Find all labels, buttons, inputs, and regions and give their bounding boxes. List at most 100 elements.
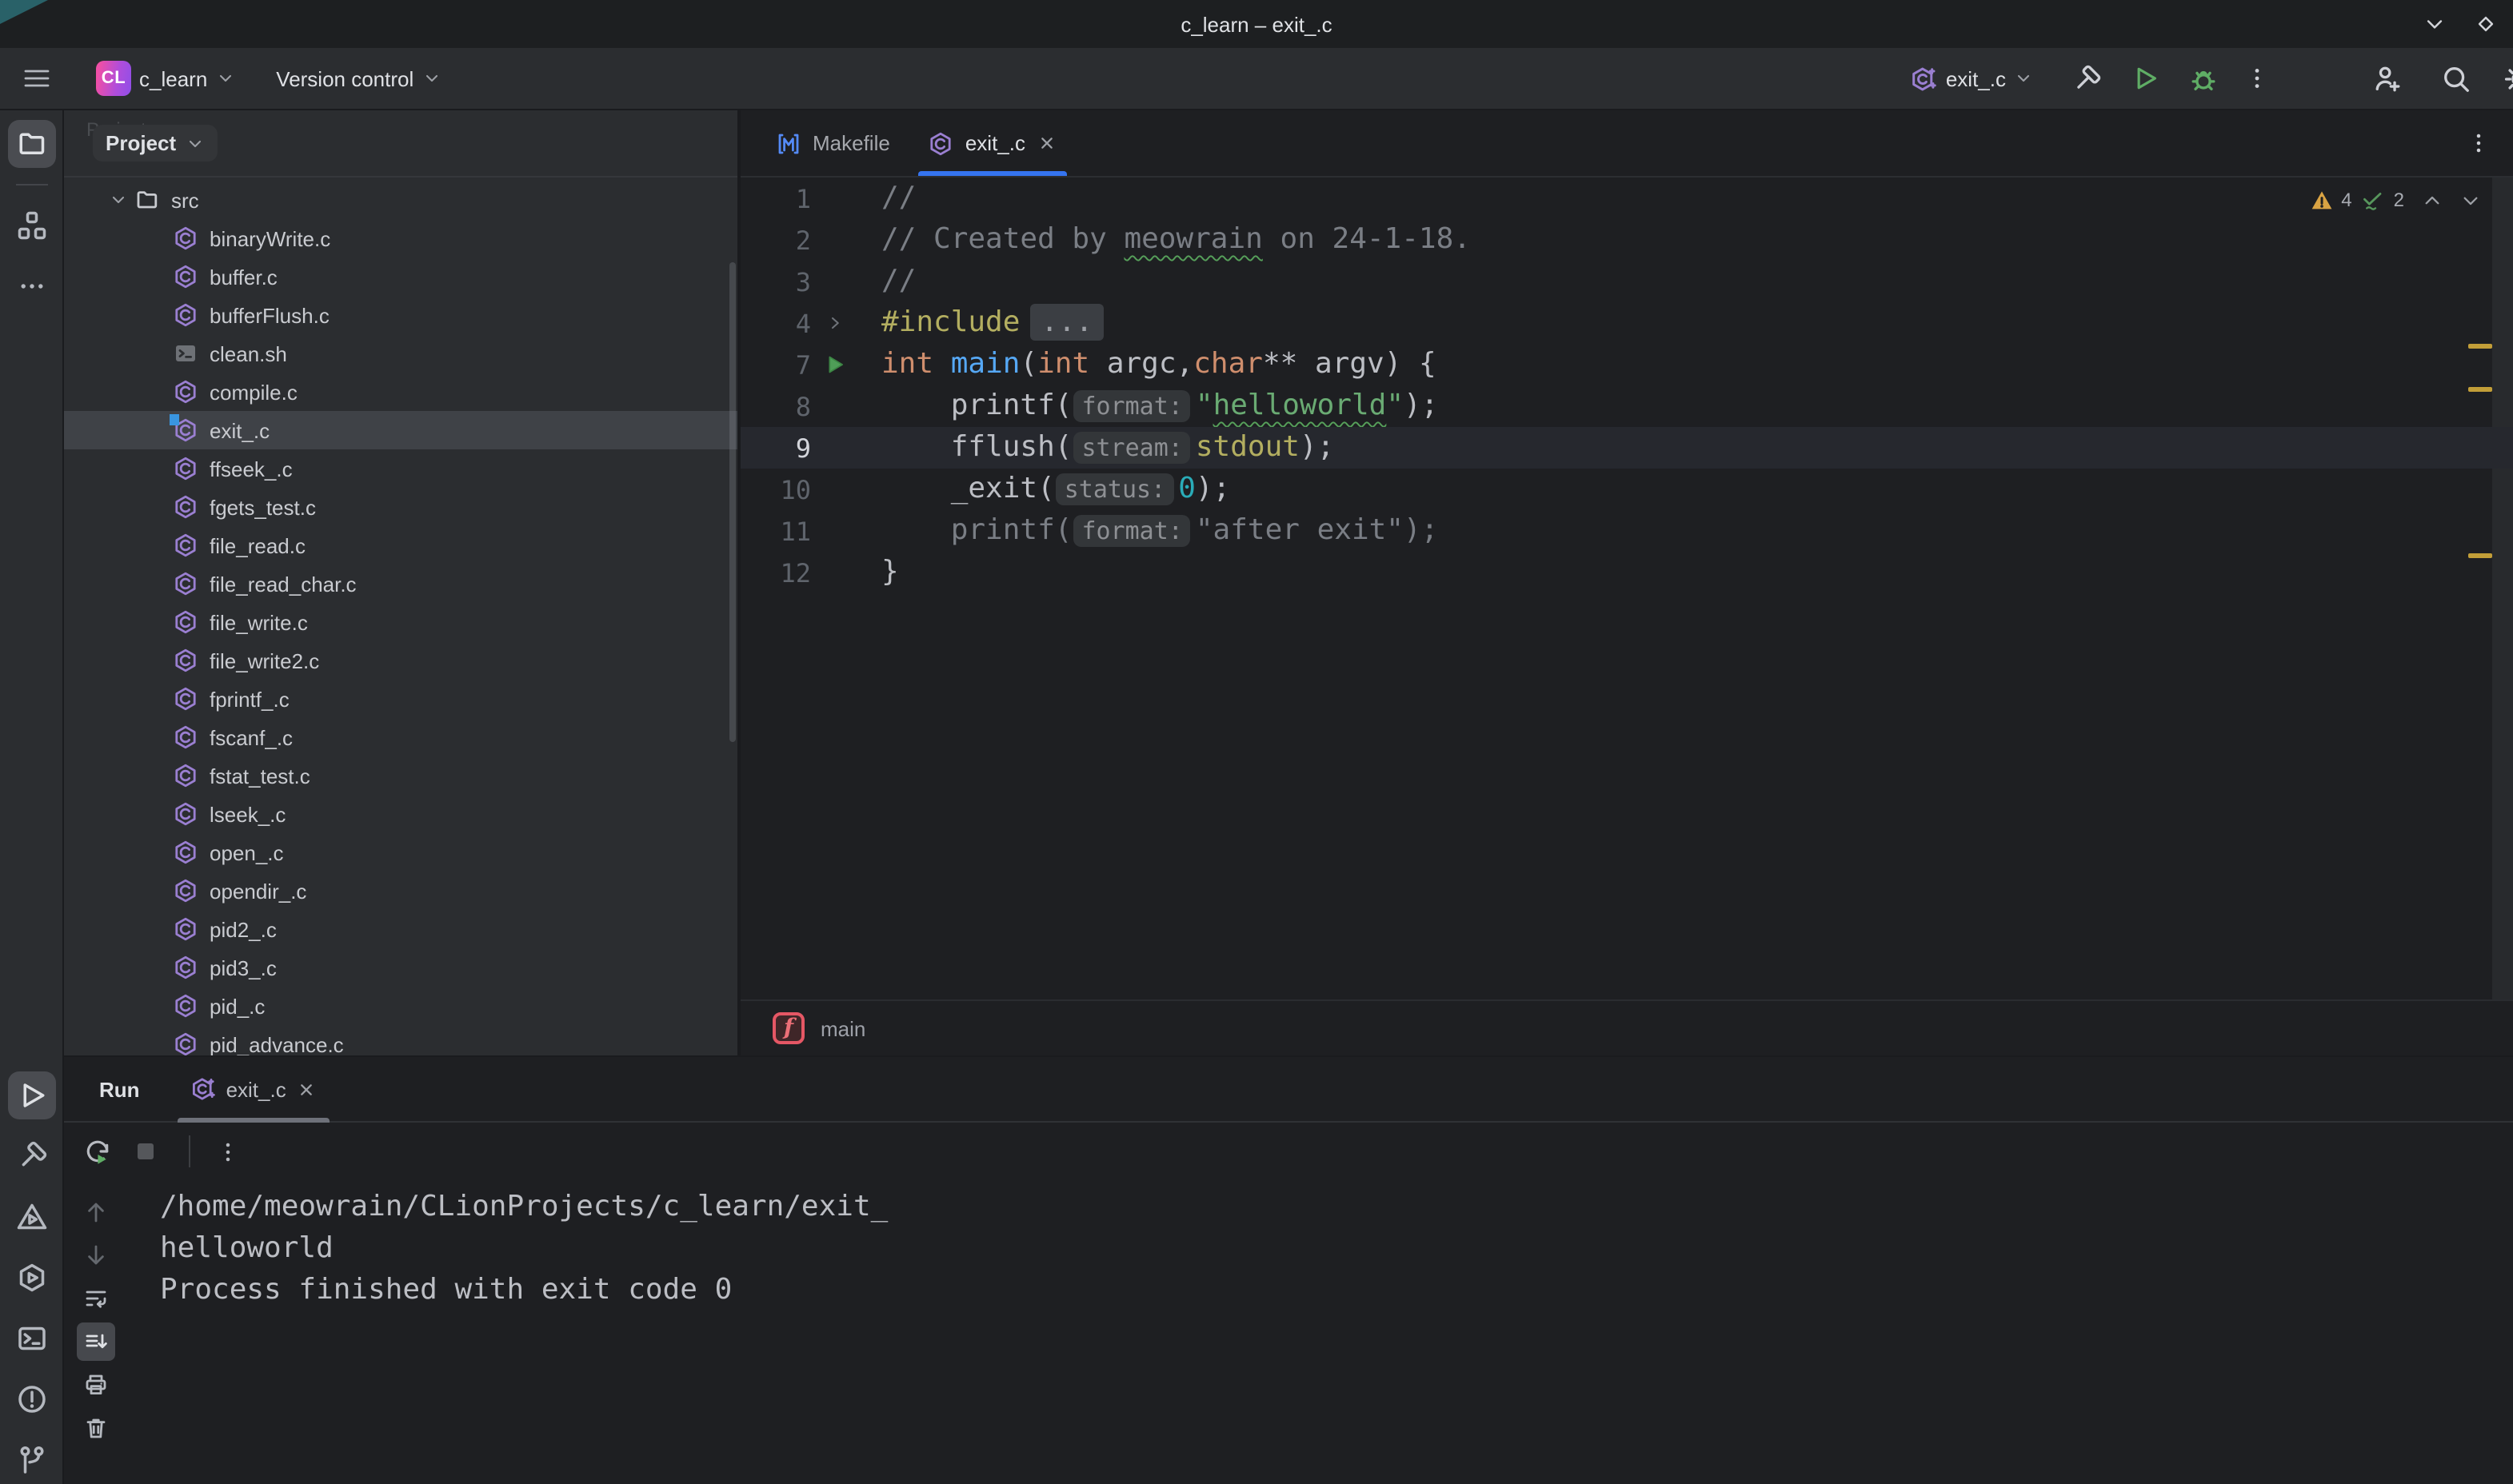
tree-row[interactable]: file_write2.c [64,641,737,680]
scroll-to-end-icon[interactable] [77,1322,115,1361]
rerun-icon[interactable] [77,1131,118,1172]
line-number[interactable]: 12 [741,557,811,588]
tree-row[interactable]: file_read_char.c [64,564,737,603]
sidebar-item-more[interactable] [7,262,55,310]
sidebar-item-structure[interactable] [7,201,55,249]
tree-row[interactable]: src [64,181,737,219]
code-line[interactable]: 8 printf(format:"helloworld"); [741,385,2513,427]
warning-stripe-mark[interactable] [2468,344,2492,349]
search-icon[interactable] [2441,63,2471,94]
line-number[interactable]: 3 [741,266,811,297]
more-vertical-icon[interactable] [2467,110,2491,176]
code-line[interactable]: 3 // [741,261,2513,302]
close-icon[interactable] [296,1079,317,1099]
tree-row[interactable]: open_.c [64,833,737,872]
sidebar-item-services[interactable] [7,1254,55,1302]
line-number[interactable]: 8 [741,391,811,421]
tree-row[interactable]: file_read.c [64,526,737,564]
tree-row[interactable]: clean.sh [64,334,737,373]
tree-row[interactable]: pid2_.c [64,910,737,948]
gutter-mark[interactable] [811,313,859,333]
down-arrow-icon[interactable] [77,1236,115,1275]
tree-row[interactable]: binaryWrite.c [64,219,737,257]
stop-icon[interactable] [125,1131,166,1172]
close-icon[interactable] [1037,133,1057,154]
tree-scrollbar[interactable] [729,262,736,742]
run-tab-exit-c[interactable]: exit_.c [178,1057,330,1121]
vcs-widget-button[interactable]: Version control [266,56,450,101]
tree-row[interactable]: exit_.c [64,411,737,449]
run-play-icon[interactable] [2131,64,2159,93]
tree-row[interactable]: lseek_.c [64,795,737,833]
tree-row[interactable]: fstat_test.c [64,756,737,795]
project-widget-button[interactable]: CL c_learn [86,56,244,101]
warning-stripe-mark[interactable] [2468,553,2492,558]
tree-row[interactable]: fscanf_.c [64,718,737,756]
line-number[interactable]: 2 [741,225,811,255]
tree-row[interactable]: ffseek_.c [64,449,737,488]
maximize-diamond-icon[interactable] [2475,13,2497,35]
tab-makefile[interactable]: Makefile [757,110,909,176]
code-editor[interactable]: 1 // 2 // Created by meowrain on 24-1-18… [741,178,2513,999]
line-number[interactable]: 1 [741,183,811,213]
build-hammer-icon[interactable] [2072,63,2102,94]
inspections-widget[interactable]: 4 2 [2309,187,2481,213]
main-menu-icon[interactable] [13,54,61,102]
code-token: ); [1404,389,1438,422]
gutter-mark[interactable] [811,353,859,376]
sidebar-item-profiler[interactable] [7,1193,55,1241]
code-token: format: [1073,515,1190,547]
soft-wrap-icon[interactable] [77,1279,115,1318]
line-number[interactable]: 11 [741,516,811,546]
next-problem-icon[interactable] [2460,189,2481,210]
console-output[interactable]: /home/meowrain/CLionProjects/c_learn/exi… [160,1187,888,1311]
sidebar-item-problems[interactable] [7,1375,55,1423]
tree-row[interactable]: file_write.c [64,603,737,641]
code-line[interactable]: 1 // [741,178,2513,219]
tree-row[interactable]: opendir_.c [64,872,737,910]
tree-row[interactable]: fprintf_.c [64,680,737,718]
line-number[interactable]: 7 [741,349,811,380]
code-line[interactable]: 2 // Created by meowrain on 24-1-18. [741,219,2513,261]
run-console[interactable]: /home/meowrain/CLionProjects/c_learn/exi… [64,1180,2513,1484]
run-configuration-selector[interactable]: exit_.c [1911,65,2033,92]
code-line[interactable]: 9 fflush(stream:stdout); [741,427,2513,469]
more-vertical-icon[interactable] [2244,66,2270,91]
line-number[interactable]: 4 [741,308,811,338]
line-number[interactable]: 9 [741,433,811,463]
clear-trash-icon[interactable] [77,1409,115,1447]
code-line[interactable]: 10 _exit(status:0); [741,469,2513,510]
breadcrumb-function-name[interactable]: main [821,1016,865,1040]
title-bar[interactable]: c_learn – exit_.c [0,0,2513,48]
up-arrow-icon[interactable] [77,1193,115,1231]
chevron-down-icon[interactable] [102,190,134,209]
add-user-icon[interactable] [2372,63,2403,94]
line-number[interactable]: 10 [741,474,811,505]
tree-row[interactable]: buffer.c [64,257,737,296]
print-icon[interactable] [77,1366,115,1404]
sidebar-item-build[interactable] [7,1132,55,1180]
tree-row[interactable]: pid_.c [64,987,737,1025]
sidebar-item-version-control[interactable] [7,1436,55,1484]
more-vertical-icon[interactable] [206,1131,248,1172]
code-line[interactable]: 4 #include... [741,302,2513,344]
code-line[interactable]: 11 printf(format:"after exit"); [741,510,2513,552]
tab-exit-c[interactable]: exit_.c [909,110,1077,176]
sidebar-item-terminal[interactable] [7,1314,55,1362]
tree-row[interactable]: compile.c [64,373,737,411]
tree-row[interactable]: pid_advance.c [64,1025,737,1055]
sidebar-item-project[interactable] [7,120,55,168]
project-view-selector[interactable]: Project [93,125,218,162]
sidebar-item-run[interactable] [7,1071,55,1119]
warning-stripe-mark[interactable] [2468,387,2492,392]
c-file-icon [929,130,954,156]
code-line[interactable]: 12 } [741,552,2513,593]
previous-problem-icon[interactable] [2422,189,2443,210]
settings-gear-icon[interactable] [2503,63,2513,94]
debug-bug-icon[interactable] [2188,63,2219,94]
tree-row[interactable]: fgets_test.c [64,488,737,526]
tree-row[interactable]: pid3_.c [64,948,737,987]
tree-row[interactable]: bufferFlush.c [64,296,737,334]
code-line[interactable]: 7 int main(int argc,char** argv) { [741,344,2513,385]
minimize-chevron-icon[interactable] [2423,13,2446,35]
